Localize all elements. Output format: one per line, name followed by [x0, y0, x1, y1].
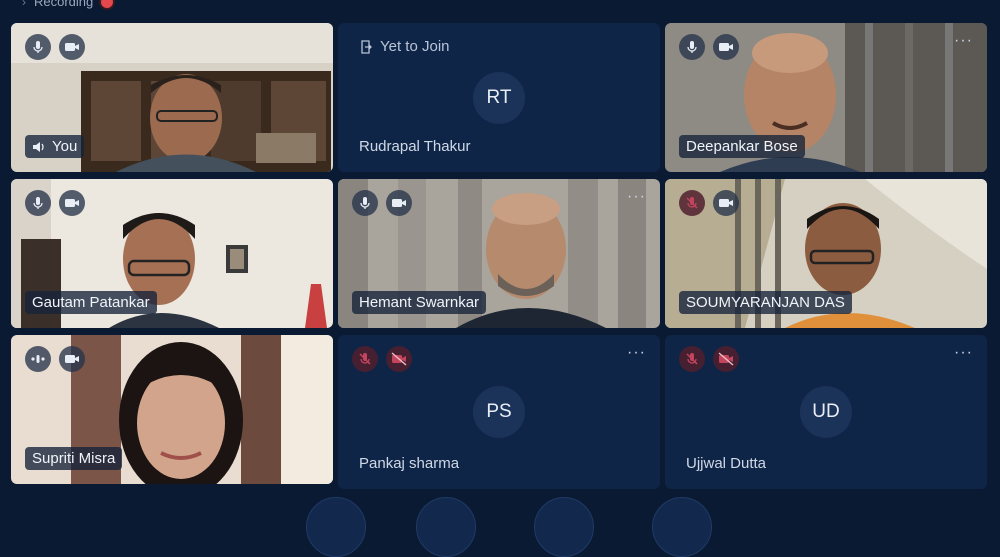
join-status: Yet to Join — [360, 38, 450, 55]
camera-icon — [65, 355, 79, 363]
participant-tile-soumyaranjan[interactable]: SOUMYARANJAN DAS — [665, 179, 987, 328]
participant-tile-deepankar[interactable]: ··· Deepankar Bose — [665, 23, 987, 172]
camera-icon — [392, 199, 406, 207]
participant-name: Gautam Patankar — [25, 291, 157, 314]
media-controls — [25, 190, 85, 216]
camera-button[interactable] — [59, 34, 85, 60]
participant-name: Rudrapal Thakur — [359, 138, 471, 155]
microphone-icon — [360, 197, 370, 209]
control-button[interactable] — [534, 497, 594, 557]
media-controls — [679, 190, 739, 216]
participant-name: SOUMYARANJAN DAS — [679, 291, 852, 314]
participant-name: Pankaj sharma — [359, 455, 460, 472]
participant-tile-gautam[interactable]: Gautam Patankar — [11, 179, 333, 328]
mic-button[interactable] — [679, 34, 705, 60]
microphone-icon — [687, 41, 697, 53]
participant-tile-rudrapal[interactable]: Yet to Join RT Rudrapal Thakur — [338, 23, 660, 172]
participant-tile-you[interactable]: You — [11, 23, 333, 172]
participant-tile-supriti[interactable]: Supriti Misra — [11, 335, 333, 484]
microphone-icon — [33, 197, 43, 209]
participant-name: Supriti Misra — [25, 447, 123, 470]
camera-button[interactable] — [386, 190, 412, 216]
participant-name: Deepankar Bose — [679, 135, 805, 158]
participant-tile-pankaj[interactable]: ··· PS Pankaj sharma — [338, 335, 660, 489]
camera-icon — [65, 43, 79, 51]
media-controls — [352, 190, 412, 216]
camera-icon — [719, 199, 733, 207]
avatar: PS — [473, 386, 525, 438]
participant-name: Hemant Swarnkar — [352, 291, 487, 314]
media-controls — [25, 346, 85, 372]
camera-button[interactable] — [713, 346, 739, 372]
recording-indicator: › Recording — [22, 0, 114, 9]
bottom-control-bar — [0, 489, 1000, 557]
speaker-icon — [33, 141, 44, 152]
separator-icon: › — [22, 0, 26, 9]
mic-off-icon — [686, 197, 698, 209]
top-bar: › Recording — [0, 0, 1000, 22]
avatar: RT — [473, 71, 525, 124]
mic-button[interactable] — [679, 190, 705, 216]
participant-name: You — [52, 138, 78, 155]
media-controls — [679, 34, 739, 60]
mic-button[interactable] — [25, 190, 51, 216]
more-options-icon[interactable]: ··· — [954, 33, 973, 49]
microphone-icon — [33, 41, 43, 53]
more-options-icon[interactable]: ··· — [954, 345, 973, 361]
participant-tile-ujjwal[interactable]: ··· UD Ujjwal Dutta — [665, 335, 987, 489]
recording-label: Recording — [34, 0, 94, 9]
camera-icon — [65, 199, 79, 207]
participant-grid: You Yet to Join RT Rudrapal Thakur ··· D… — [11, 23, 987, 489]
control-button[interactable] — [652, 497, 712, 557]
media-controls — [679, 346, 739, 372]
participant-tile-hemant[interactable]: ··· Hemant Swarnkar — [338, 179, 660, 328]
mic-off-icon — [359, 353, 371, 365]
camera-button[interactable] — [713, 190, 739, 216]
mic-button[interactable] — [679, 346, 705, 372]
camera-icon — [719, 43, 733, 51]
mic-button[interactable] — [25, 346, 51, 372]
camera-button[interactable] — [713, 34, 739, 60]
avatar: UD — [800, 386, 852, 438]
audio-level-icon — [31, 355, 45, 363]
exit-door-icon — [361, 39, 372, 54]
camera-off-icon — [391, 352, 407, 366]
participant-name: Ujjwal Dutta — [686, 455, 767, 472]
control-button[interactable] — [306, 497, 366, 557]
join-status-label: Yet to Join — [380, 38, 450, 55]
camera-button[interactable] — [59, 190, 85, 216]
more-options-icon[interactable]: ··· — [627, 189, 646, 205]
media-controls — [25, 34, 85, 60]
mic-button[interactable] — [25, 34, 51, 60]
control-button[interactable] — [416, 497, 476, 557]
mic-off-icon — [686, 353, 698, 365]
mic-button[interactable] — [352, 190, 378, 216]
participant-name-tag: You — [25, 135, 85, 158]
media-controls — [352, 346, 412, 372]
more-options-icon[interactable]: ··· — [627, 345, 646, 361]
camera-button[interactable] — [386, 346, 412, 372]
recording-dot-icon — [101, 0, 114, 8]
camera-button[interactable] — [59, 346, 85, 372]
camera-off-icon — [718, 352, 734, 366]
mic-button[interactable] — [352, 346, 378, 372]
